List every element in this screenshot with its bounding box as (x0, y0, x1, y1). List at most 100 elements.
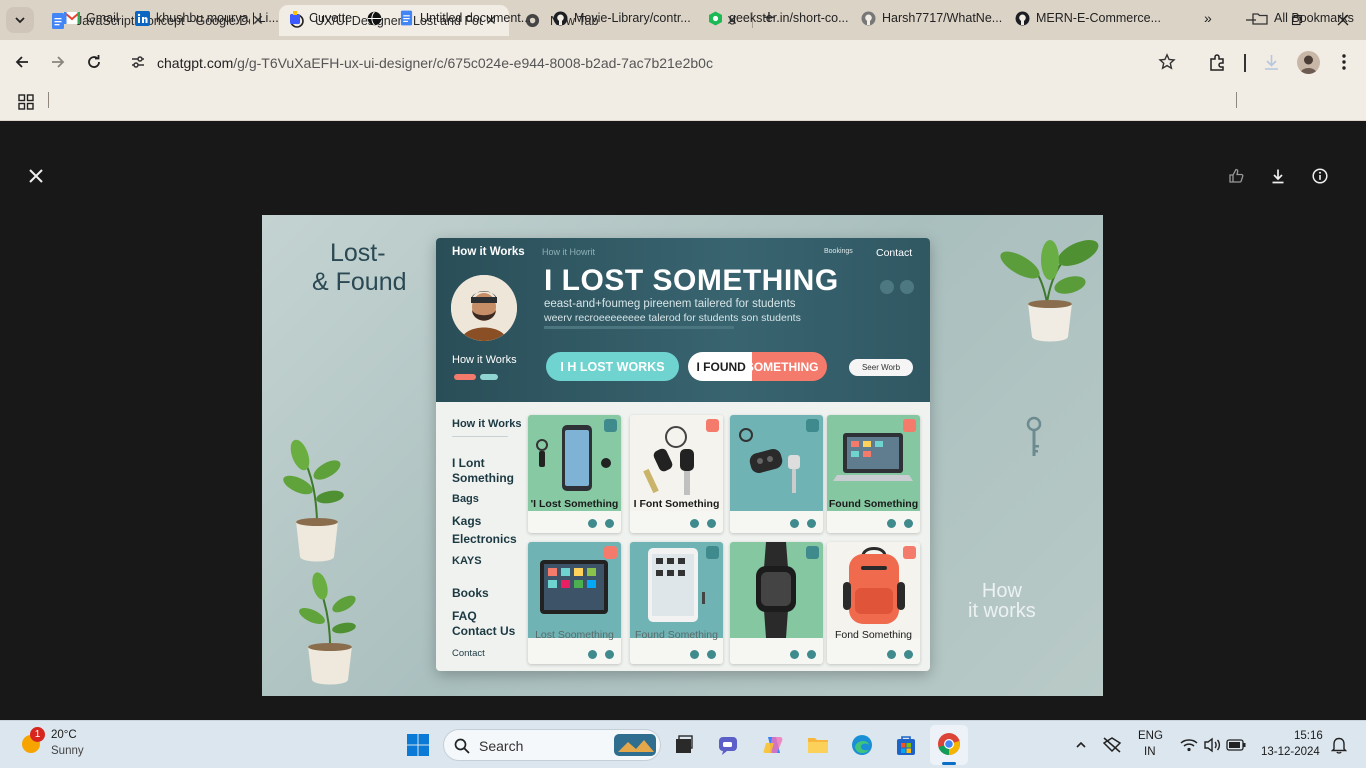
generated-image: Lost- & Found How it works How it Works … (262, 215, 1103, 696)
mockup-nav-contact: Contact (876, 247, 913, 259)
windows-icon (407, 734, 429, 756)
bookmark-gmail[interactable]: Gmail (64, 8, 119, 28)
mockup-side-divider (452, 436, 508, 437)
taskbar-search[interactable]: Search (443, 729, 661, 761)
thumbs-up-icon (1229, 168, 1244, 183)
card-footer (832, 519, 915, 529)
language-label[interactable]: ENG (1138, 730, 1163, 742)
download-icon (1272, 169, 1284, 184)
bookmark-globe[interactable] (366, 8, 388, 28)
site-settings-icon[interactable] (130, 54, 146, 75)
potted-plant-top-right (1000, 240, 1099, 342)
mockup-nav-bookings: Bookings (824, 248, 853, 255)
mockup-start-button: Seer Worb (849, 359, 913, 376)
mockup-hero-subtitle-1: eeast-and+foumeg pireenem tailered for s… (544, 298, 796, 310)
bookmark-movie-library[interactable]: Movie-Library/contr... (552, 8, 691, 28)
bookmark-geekster[interactable]: geekster.in/short-co... (707, 8, 849, 28)
mockup-card-keys: I Font Something (630, 415, 723, 533)
clock-date[interactable]: 13-12-2024 (1261, 746, 1320, 758)
file-explorer-button[interactable] (803, 730, 833, 760)
mockup-hero-title: I LOST SOMETHING (544, 264, 839, 297)
mockup-side-faq: FAQ (452, 609, 477, 623)
bookmark-label: khushbu mourya | Li... (156, 11, 279, 25)
forward-button[interactable] (44, 48, 72, 76)
bookmark-harsh7717[interactable]: Harsh7717/WhatNe... (860, 8, 1002, 28)
mockup-hero-subtitle-2: weerv recroeeeeeeee talerod for students… (544, 312, 801, 324)
card-badge (706, 546, 719, 559)
close-icon (29, 169, 43, 183)
bookmark-cuvette[interactable]: Cuvette (287, 8, 352, 28)
show-hidden-icons-button[interactable] (1066, 730, 1096, 760)
mockup-side-books: Books (452, 586, 489, 600)
found-button-part-1: I FOUND (696, 359, 746, 374)
network-status-button[interactable] (1097, 730, 1127, 760)
close-viewer-button[interactable] (22, 162, 50, 190)
github-icon (860, 10, 876, 26)
edge-button[interactable] (847, 730, 877, 760)
logo-line-2: & Found (312, 268, 407, 296)
globe-icon (366, 10, 382, 26)
address-bar[interactable]: chatgpt.com/g/g-T6VuXaEFH-ux-ui-designer… (122, 46, 1194, 79)
start-button[interactable] (403, 730, 433, 760)
potted-plant-left (283, 439, 344, 562)
tab-search-button[interactable] (6, 7, 34, 33)
corner-line-1: How (981, 580, 1022, 602)
card-label: Lost Soomething (535, 629, 614, 641)
card-footer (635, 650, 718, 660)
bookmark-linkedin[interactable]: khushbu mourya | Li... (134, 8, 279, 28)
mockup-lost-button: I H LOST WORKS (546, 352, 679, 381)
hanging-key-decoration (1026, 416, 1042, 456)
arrow-right-icon (52, 56, 65, 68)
card-badge (903, 546, 916, 559)
mockup-circle-icon (900, 280, 914, 294)
mockup-circle-icon (880, 280, 894, 294)
mockup-side-contact: Contact (452, 648, 485, 659)
chevron-down-icon (15, 17, 25, 24)
reload-icon (88, 55, 100, 68)
bookmark-label: Gmail (86, 11, 119, 25)
battery-button[interactable] (1221, 730, 1251, 760)
weather-widget[interactable]: 1 (20, 727, 45, 754)
task-view-button[interactable] (669, 730, 699, 760)
image-info-button[interactable] (1306, 162, 1334, 190)
mockup-card-smartwatch (730, 542, 823, 664)
weather-temp: 20°C (51, 729, 77, 741)
notifications-button[interactable] (1324, 730, 1354, 760)
download-image-button[interactable] (1264, 162, 1292, 190)
all-bookmarks-button[interactable]: All Bookmarks (1252, 8, 1354, 28)
extensions-icon[interactable] (1208, 53, 1227, 77)
card-footer (533, 519, 616, 529)
teams-chat-button[interactable] (714, 730, 744, 760)
reload-button[interactable] (80, 48, 108, 76)
bookmark-untitled-document[interactable]: Untitled document... (398, 8, 531, 28)
mockup-divider (544, 326, 734, 329)
mockup-side-something: Something (452, 471, 514, 485)
store-button[interactable] (891, 730, 921, 760)
back-button[interactable] (8, 48, 36, 76)
windows-taskbar: 1 20°C Sunny Search ENG IN 15:16 13-12-2… (0, 720, 1366, 768)
bookmark-divider (1236, 92, 1237, 108)
download-icon[interactable] (1262, 53, 1281, 77)
card-footer (735, 650, 818, 660)
chat-icon (719, 737, 737, 755)
region-label[interactable]: IN (1144, 746, 1156, 758)
like-button[interactable] (1222, 162, 1250, 190)
chrome-taskbar-button[interactable] (930, 725, 968, 765)
bookmark-mern-ecommerce[interactable]: MERN-E-Commerce... (1014, 8, 1161, 28)
store-icon (897, 736, 915, 755)
more-bookmarks-chevron-icon[interactable]: » (1204, 8, 1212, 28)
mockup-side-kags: Kags (452, 514, 482, 528)
apps-grid-icon[interactable] (18, 94, 34, 115)
mockup-card-laptop: Found Something (827, 415, 920, 533)
clock-time[interactable]: 15:16 (1294, 730, 1323, 742)
battery-icon (1226, 739, 1246, 751)
profile-avatar[interactable] (1297, 51, 1320, 74)
more-menu-icon[interactable] (1336, 53, 1352, 76)
copilot-button[interactable] (759, 730, 789, 760)
how-it-works-corner-text: How it works (968, 581, 1036, 621)
corner-line-2: it works (968, 600, 1036, 622)
edge-icon (852, 735, 872, 755)
bookmark-star-icon[interactable] (1158, 53, 1176, 76)
google-docs-icon (398, 10, 414, 26)
mockup-pill-coral (454, 374, 476, 380)
